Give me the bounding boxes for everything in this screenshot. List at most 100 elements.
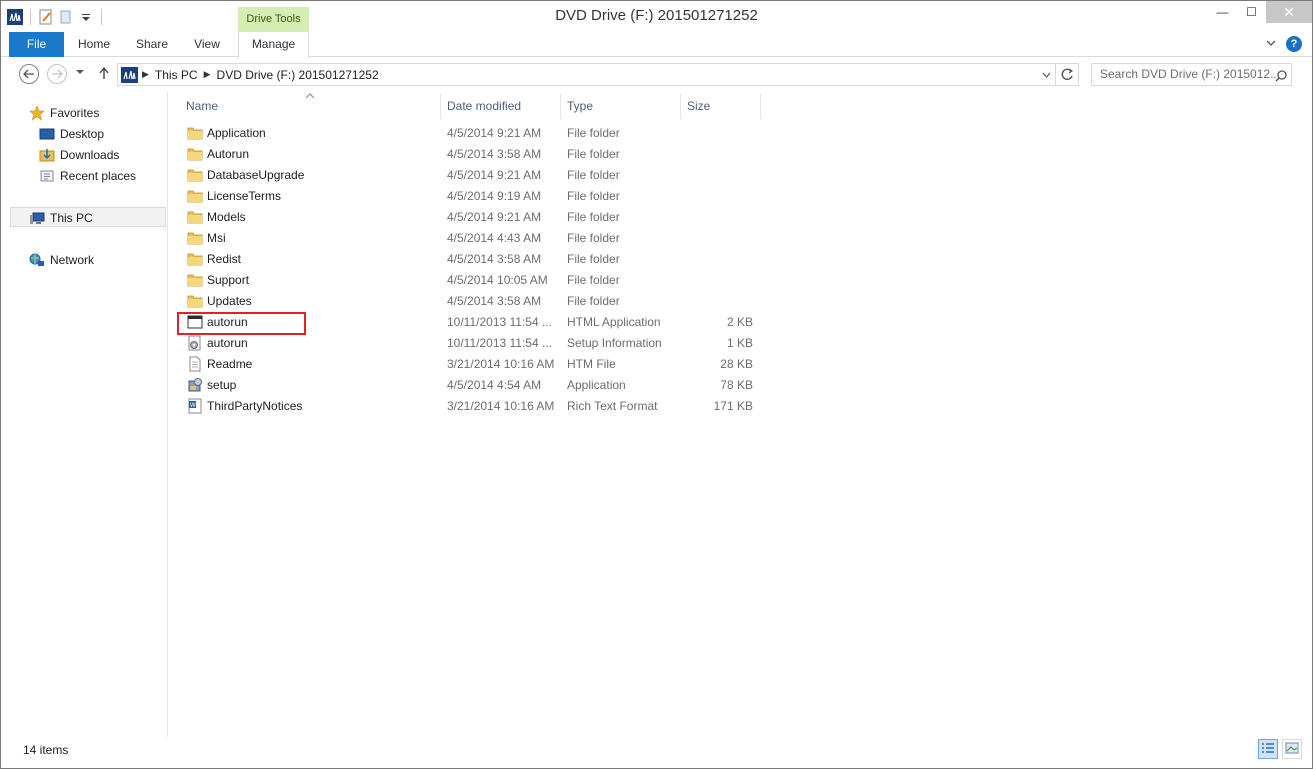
file-date-modified: 10/11/2013 11:54 ... (447, 336, 552, 350)
nav-desktop[interactable]: Desktop (39, 123, 104, 144)
file-date-modified: 4/5/2014 9:19 AM (447, 189, 542, 203)
navigation-bar: ▶ This PC ▶ DVD Drive (F:) 201501271252 … (1, 58, 1312, 90)
file-size: 2 KB (726, 315, 753, 329)
details-view-icon (1261, 742, 1275, 757)
file-type: File folder (567, 126, 620, 140)
file-row[interactable]: DatabaseUpgrade 4/5/2014 9:21 AM File fold… (181, 165, 781, 186)
file-row[interactable]: Msi 4/5/2014 4:43 AM File folder (181, 228, 781, 249)
recent-locations-icon[interactable] (76, 66, 84, 78)
expand-ribbon-icon[interactable] (1266, 39, 1276, 50)
file-name: Redist (207, 252, 242, 266)
nav-this-pc-label: This PC (50, 210, 93, 225)
tab-view[interactable]: View (184, 32, 230, 57)
file-type: File folder (567, 273, 620, 287)
ribbon-right-controls: ? (1266, 36, 1302, 52)
file-date-modified: 4/5/2014 3:58 AM (447, 147, 542, 161)
drive-icon (121, 66, 138, 83)
address-bar[interactable]: ▶ This PC ▶ DVD Drive (F:) 201501271252 (117, 63, 1056, 86)
title-bar: Drive Tools DVD Drive (F:) 201501271252 … (1, 1, 1312, 32)
file-name: LicenseTerms (207, 189, 282, 203)
nav-downloads[interactable]: Downloads (39, 144, 119, 165)
file-date-modified: 4/5/2014 9:21 AM (447, 210, 542, 224)
tab-file[interactable]: File (9, 32, 64, 57)
maximize-button[interactable]: ☐ (1237, 1, 1266, 23)
details-view-button[interactable] (1258, 739, 1278, 759)
forward-button[interactable] (47, 64, 67, 84)
navigation-pane: Favorites Desktop Downloads Recent place… (1, 91, 168, 737)
file-date-modified: 3/21/2014 10:16 AM (447, 357, 555, 371)
file-row[interactable]: W ThirdPartyNotices 3/21/2014 10:16 AM Rich… (181, 396, 781, 417)
file-date-modified: 10/11/2013 11:54 ... (447, 315, 552, 329)
file-row[interactable]: Support 4/5/2014 10:05 AM File folder (181, 270, 781, 291)
nav-downloads-label: Downloads (60, 147, 120, 162)
file-name: Support (207, 273, 250, 287)
breadcrumb-dvd-drive[interactable]: DVD Drive (F:) 201501271252 (217, 68, 379, 82)
column-divider[interactable] (680, 93, 681, 119)
explorer-window: Drive Tools DVD Drive (F:) 201501271252 … (0, 0, 1313, 769)
close-button[interactable]: ✕ (1266, 1, 1312, 23)
file-row[interactable]: Application 4/5/2014 9:21 AM File folder (181, 123, 781, 144)
file-type: HTM File (567, 357, 616, 371)
folder-icon (187, 272, 203, 288)
search-input[interactable]: Search DVD Drive (F:) 2015012... (1091, 63, 1292, 86)
refresh-button[interactable] (1056, 63, 1079, 86)
downloads-icon (39, 147, 55, 163)
nav-favorites[interactable]: Favorites (29, 102, 99, 123)
tab-share[interactable]: Share (127, 32, 177, 57)
svg-text:W: W (190, 403, 196, 409)
breadcrumb-this-pc[interactable]: This PC (155, 68, 198, 82)
file-type: File folder (567, 231, 620, 245)
file-row[interactable]: Updates 4/5/2014 3:58 AM File folder (181, 291, 781, 312)
file-row[interactable]: autorun 10/11/2013 11:54 ... Setup Informa… (181, 333, 781, 354)
file-row[interactable]: setup 4/5/2014 4:54 AM Application 78 KB (181, 375, 781, 396)
file-date-modified: 4/5/2014 9:21 AM (447, 168, 542, 182)
file-row[interactable]: Readme 3/21/2014 10:16 AM HTM File 28 KB (181, 354, 781, 375)
nav-desktop-label: Desktop (60, 126, 105, 141)
star-icon (29, 104, 45, 121)
folder-icon (187, 167, 203, 183)
large-icons-view-button[interactable] (1282, 739, 1302, 759)
minimize-button[interactable]: — (1208, 1, 1237, 23)
large-icons-view-icon (1285, 742, 1299, 757)
rtf-icon: W (187, 398, 203, 414)
file-name: autorun (207, 336, 248, 350)
search-icon[interactable] (1275, 68, 1287, 82)
file-row[interactable]: Autorun 4/5/2014 3:58 AM File folder (181, 144, 781, 165)
folder-icon (187, 188, 203, 204)
column-header-type[interactable]: Type (567, 99, 593, 116)
help-icon[interactable]: ? (1286, 36, 1302, 52)
file-type: Application (567, 378, 626, 392)
file-date-modified: 4/5/2014 10:05 AM (447, 273, 548, 287)
column-divider[interactable] (760, 93, 761, 119)
breadcrumb-separator: ▶ (203, 69, 211, 79)
desktop-icon (39, 126, 55, 142)
address-dropdown-icon[interactable] (1037, 64, 1055, 85)
column-divider[interactable] (440, 93, 441, 119)
item-count: 14 items (23, 743, 69, 757)
ribbon-tabs: File Home Share View Manage ? (1, 32, 1312, 58)
file-type: File folder (567, 294, 620, 308)
file-type: File folder (567, 189, 620, 203)
nav-recent-places[interactable]: Recent places (39, 165, 136, 186)
folder-icon (187, 209, 203, 225)
column-header-name[interactable]: Name (186, 99, 218, 116)
column-divider[interactable] (560, 93, 561, 119)
back-button[interactable] (19, 64, 39, 84)
tab-home[interactable]: Home (69, 32, 119, 57)
up-arrow-icon[interactable] (98, 66, 110, 83)
column-header-date-modified[interactable]: Date modified (447, 99, 521, 116)
file-date-modified: 3/21/2014 10:16 AM (447, 399, 555, 413)
file-row[interactable]: Redist 4/5/2014 3:58 AM File folder (181, 249, 781, 270)
nav-network[interactable]: Network (29, 249, 94, 270)
nav-recent-places-label: Recent places (60, 168, 137, 183)
tab-manage[interactable]: Manage (238, 32, 309, 58)
folder-icon (187, 230, 203, 246)
column-header-size[interactable]: Size (687, 99, 710, 116)
file-size: 171 KB (713, 399, 753, 413)
document-icon (187, 356, 203, 372)
recent-places-icon (39, 168, 55, 184)
nav-this-pc[interactable]: This PC (29, 207, 93, 228)
file-row[interactable]: Models 4/5/2014 9:21 AM File folder (181, 207, 781, 228)
file-row[interactable]: LicenseTerms 4/5/2014 9:19 AM File folder (181, 186, 781, 207)
file-name: Autorun (207, 147, 250, 161)
